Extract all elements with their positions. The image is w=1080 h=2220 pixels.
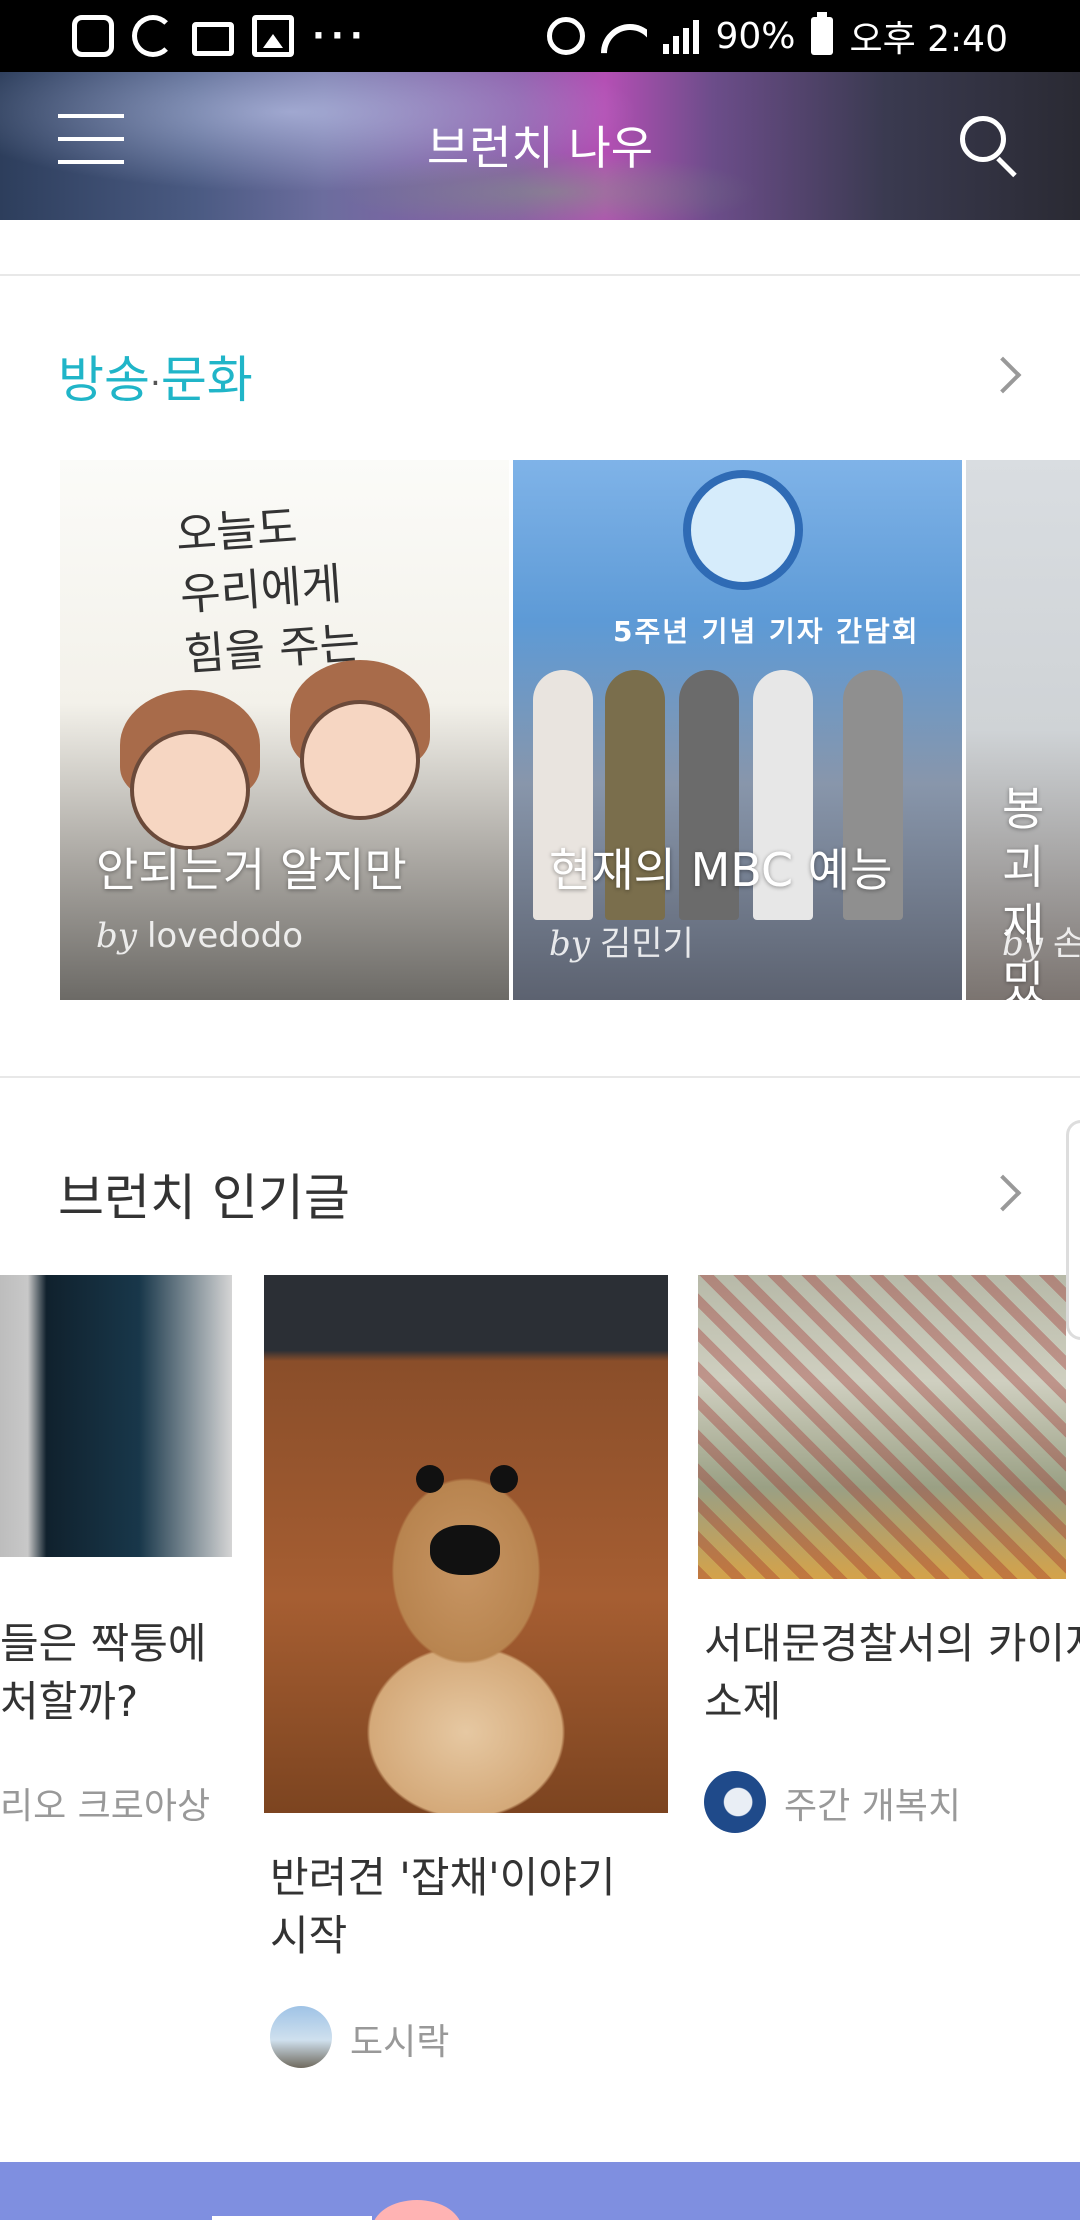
card-byline: by lovedodo [96, 916, 303, 956]
wifi-icon [601, 18, 647, 54]
by-label: by [96, 916, 137, 956]
article-title: 반려견 '잡채'이야기 시작 [270, 1849, 616, 1965]
article-thumbnail [264, 1275, 668, 1813]
search-icon[interactable] [960, 116, 1020, 178]
by-label: by [1002, 924, 1043, 964]
illustration-face [300, 700, 420, 820]
card-author: 김민기 [599, 924, 694, 964]
card-title: 현재의 MBC 예능 [549, 843, 893, 897]
chevron-right-icon[interactable] [984, 356, 1022, 394]
dog-eye [416, 1465, 444, 1493]
divider [0, 1076, 1080, 1078]
article-author: 리오 크로아상 [0, 1786, 211, 1827]
article-title-line: 시작 [270, 1911, 348, 1960]
status-left-icons: ··· [72, 15, 369, 57]
by-label: by [549, 924, 590, 964]
illustration-text: 오늘도 우리에게 힘을 주는 [174, 501, 362, 681]
article-title: 서대문경찰서의 카이저 소제 [704, 1615, 1080, 1731]
article-title-line: 서대문경찰서의 카이저 [704, 1619, 1080, 1668]
tv-icon [192, 22, 234, 56]
clock: 오후 2:40 [849, 19, 1008, 60]
dog-nose [430, 1525, 500, 1575]
culture-card[interactable]: 5주년 기념 기자 간담회 현재의 MBC 예능 by 김민기 [513, 460, 962, 1000]
card-byline: by 김민기 [549, 916, 694, 965]
article-thumbnail [698, 1275, 1066, 1579]
culture-card[interactable]: 봉괴 재밌 by 손 [966, 460, 1080, 1000]
image-icon [252, 15, 294, 57]
culture-card[interactable]: 오늘도 우리에게 힘을 주는 안되는거 알지만 by lovedodo [60, 460, 509, 1000]
section-title-culture[interactable]: 방송·문화 [58, 340, 253, 412]
battery-icon [811, 12, 834, 55]
card-title: 안되는거 알지만 [96, 843, 407, 897]
card-author: lovedodo [146, 916, 304, 956]
app-header: 브런치 나우 [0, 72, 1080, 220]
article-title-line: 반려견 '잡채'이야기 [270, 1853, 616, 1902]
section-title-part2: 문화 [160, 351, 253, 409]
article-thumbnail [0, 1275, 232, 1557]
author-avatar [704, 1771, 766, 1833]
divider [0, 274, 1080, 276]
section-title-separator: · [150, 363, 161, 404]
battery-percent: 90% [715, 15, 796, 57]
article-title-line: 들은 짝퉁에 [0, 1619, 207, 1668]
illustration-face [130, 730, 250, 850]
article-title-line: 소제 [704, 1677, 782, 1726]
alarm-icon [547, 17, 586, 55]
status-bar: ··· 90% 오후 2:40 [0, 0, 1080, 72]
edge-panel-handle[interactable] [1066, 1120, 1080, 1340]
article-author: 주간 개복치 [784, 1786, 962, 1827]
uplus-icon [72, 15, 114, 57]
page-title: 브런치 나우 [426, 121, 654, 175]
banner-text: 5주년 기념 기자 간담회 [613, 615, 920, 648]
signal-icon [663, 18, 700, 54]
dog-eye [490, 1465, 518, 1493]
show-logo-image [683, 470, 803, 590]
card-byline: by 손 [1002, 916, 1080, 965]
article-title-line: 처할까? [0, 1677, 139, 1726]
card-author: 손 [1052, 924, 1080, 964]
chevron-right-icon[interactable] [984, 1174, 1022, 1212]
bottom-banner[interactable] [0, 2162, 1080, 2220]
section-title-popular[interactable]: 브런치 인기글 [58, 1158, 350, 1230]
sync-icon [132, 15, 174, 57]
banner-line [212, 2216, 372, 2220]
article-title: 들은 짝퉁에 처할까? [0, 1615, 207, 1731]
section-title-part1: 방송 [58, 351, 150, 409]
author-avatar [270, 2006, 332, 2068]
card-title: 봉괴 재밌 [1002, 782, 1045, 1000]
article-author: 도시락 [350, 2022, 450, 2063]
status-right-icons: 90% 오후 2:40 [547, 10, 1008, 62]
more-notifications-icon: ··· [312, 16, 369, 56]
banner-flower-icon [372, 2200, 462, 2220]
